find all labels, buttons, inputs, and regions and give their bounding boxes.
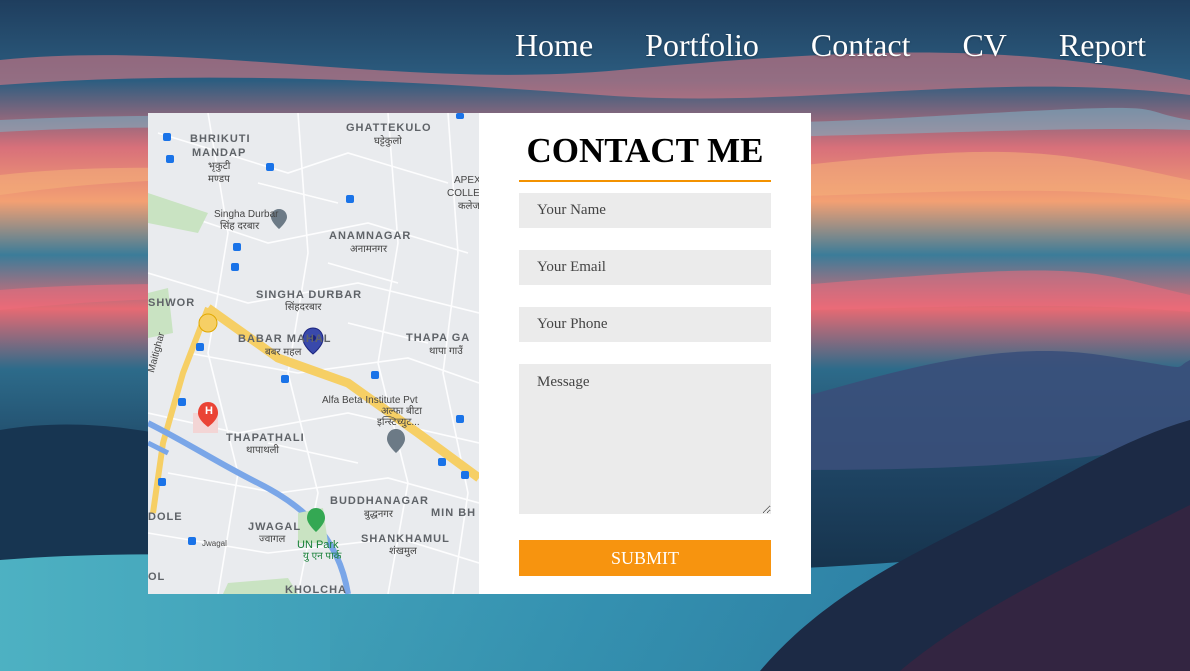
submit-button[interactable]: SUBMIT xyxy=(519,540,771,576)
map-label-singha-durbar: SINGHA DURBAR xyxy=(256,289,363,301)
email-input[interactable] xyxy=(519,250,771,285)
map-label-buddhanagar: BUDDHANAGAR xyxy=(330,495,429,507)
map-label-un-park: UN Park xyxy=(297,539,339,551)
map-label-jwagal-road: Jwagal xyxy=(202,539,227,548)
map-label-thapa-gaun: THAPA GA xyxy=(406,332,471,344)
map-label-ghattekulo: GHATTEKULO xyxy=(346,122,432,134)
map-label-babar-mahal-np: बबर महल xyxy=(265,347,302,358)
map-label-apex: APEX xyxy=(454,175,479,186)
name-input[interactable] xyxy=(519,193,771,228)
map-label-shankhamul-np: शंखमुल xyxy=(389,546,417,557)
nav-home[interactable]: Home xyxy=(515,28,593,62)
map-label-thapathali-np: थापाथली xyxy=(246,445,280,456)
nav-cv[interactable]: CV xyxy=(962,28,1006,62)
map-label-mandap: MANDAP xyxy=(192,147,247,159)
map-label-ghattekulo-np: घट्टेकुलो xyxy=(374,136,402,147)
map-label-mandap-np: मण्डप xyxy=(208,174,230,185)
map-label-bhrikuti: BHRIKUTI xyxy=(190,133,251,145)
map-label-buddhanagar-np: बुद्धनगर xyxy=(364,509,393,520)
map-label-singha-durbar-np: सिंहदरबार xyxy=(285,302,322,313)
title-underline xyxy=(519,180,771,182)
map-label-singha-durbar-poi: Singha Durbar xyxy=(214,209,279,220)
map-label-college: COLLE xyxy=(447,188,479,199)
map-label-thapathali: THAPATHALI xyxy=(226,432,305,444)
map-label-shankhamul: SHANKHAMUL xyxy=(361,533,450,545)
map-label-babar-mahal: BABAR MAHAL xyxy=(238,333,332,345)
contact-form: CONTACT ME SUBMIT xyxy=(479,113,811,594)
top-navigation: Home Portfolio Contact CV Report xyxy=(515,28,1146,62)
map-label-ol: OL xyxy=(148,571,166,583)
map-label-anamnagar: ANAMNAGAR xyxy=(329,230,412,242)
map-label-jwagal: JWAGAL xyxy=(248,521,302,533)
map-label-alfa-beta-np2: इन्स्टिच्युट... xyxy=(377,417,420,428)
map-label-college-np: कलेज xyxy=(458,201,479,212)
map-label-thapa-gaun-np: थापा गाउँ xyxy=(429,346,463,357)
map-label-kholcha: KHOLCHA xyxy=(285,584,347,594)
map-label-anamnagar-np: अनामनगर xyxy=(350,244,388,255)
map-label-jwagal-np: ज्वागल xyxy=(259,534,286,545)
nav-contact[interactable]: Contact xyxy=(811,28,911,62)
map-label-bhrikuti-np: भृकुटी xyxy=(208,161,231,172)
location-map[interactable]: BHRIKUTI MANDAP भृकुटी मण्डप GHATTEKULO … xyxy=(148,113,479,594)
map-label-min-bh: MIN BH xyxy=(431,507,477,519)
hospital-letter: H xyxy=(205,405,213,417)
message-textarea[interactable] xyxy=(519,364,771,514)
map-label-shwor: SHWOR xyxy=(148,297,196,309)
map-label-singha-durbar-poi-np: सिंह दरबार xyxy=(220,221,260,232)
nav-report[interactable]: Report xyxy=(1059,28,1146,62)
map-label-un-park-np: यु एन पार्क xyxy=(303,551,342,562)
phone-input[interactable] xyxy=(519,307,771,342)
contact-card: BHRIKUTI MANDAP भृकुटी मण्डप GHATTEKULO … xyxy=(148,113,811,594)
nav-portfolio[interactable]: Portfolio xyxy=(645,28,759,62)
contact-title: CONTACT ME xyxy=(526,131,764,170)
map-label-dole: DOLE xyxy=(148,511,183,523)
